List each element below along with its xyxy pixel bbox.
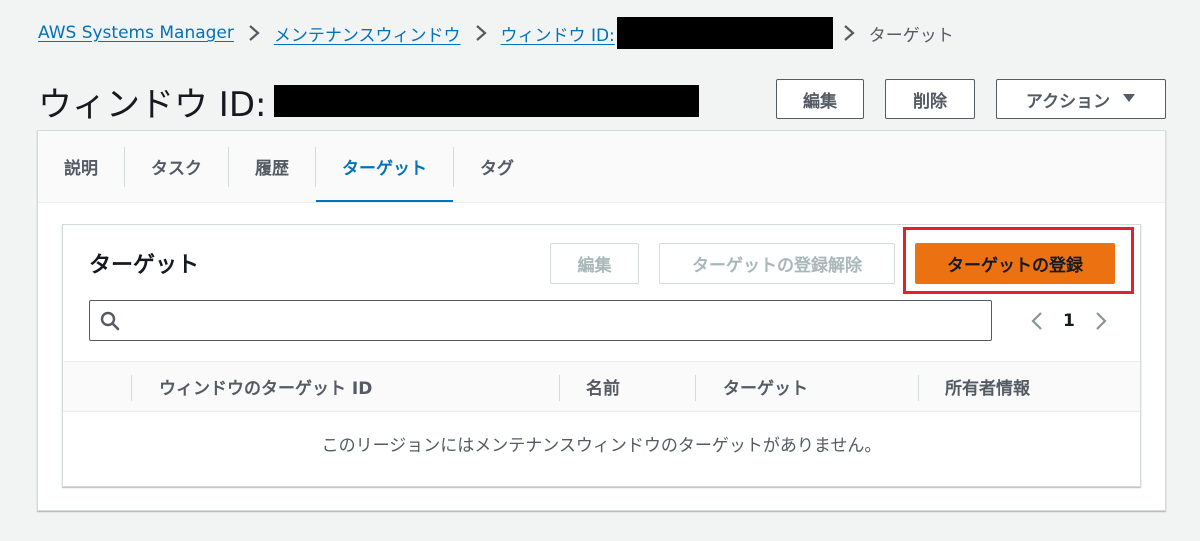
breadcrumb-link-maintenance-windows[interactable]: メンテナンスウィンドウ (274, 21, 461, 46)
search-icon (100, 311, 120, 331)
column-header-target-id[interactable]: ウィンドウのターゲット ID (159, 362, 372, 411)
pagination: 1 (1023, 303, 1115, 339)
table-header: ウィンドウのターゲット ID 名前 ターゲット 所有者情報 (63, 361, 1140, 412)
page-title: ウィンドウ ID: (38, 78, 700, 125)
empty-table-message: このリージョンにはメンテナンスウィンドウのターゲットがありません。 (321, 435, 882, 456)
tab-tags[interactable]: タグ (454, 131, 540, 202)
edit-button[interactable]: 編集 (776, 79, 864, 119)
tab-targets[interactable]: ターゲット (316, 131, 453, 202)
actions-label: アクション (1025, 91, 1111, 112)
column-divider (918, 375, 919, 401)
tab-tasks[interactable]: タスク (125, 131, 228, 202)
actions-dropdown-button[interactable]: アクション (996, 79, 1166, 119)
column-header-targets[interactable]: ターゲット (723, 362, 808, 411)
register-targets-button[interactable]: ターゲットの登録 (915, 243, 1115, 284)
chevron-right-icon (248, 24, 260, 42)
targets-panel: ターゲット 編集 ターゲットの登録解除 ターゲットの登録 1 ウィンドウのターゲ… (62, 224, 1141, 487)
caret-down-icon (1122, 91, 1136, 107)
chevron-right-icon (843, 24, 855, 42)
breadcrumb-current: ターゲット (868, 25, 954, 46)
column-divider (131, 375, 132, 401)
tab-description[interactable]: 説明 (38, 131, 124, 202)
redacted-title-id (274, 85, 700, 117)
page-title-text: ウィンドウ ID: (38, 84, 267, 125)
column-header-name[interactable]: 名前 (586, 362, 620, 411)
delete-button[interactable]: 削除 (885, 79, 975, 119)
deregister-targets-button[interactable]: ターゲットの登録解除 (659, 243, 895, 284)
column-header-owner-info[interactable]: 所有者情報 (945, 362, 1030, 411)
next-page-icon[interactable] (1087, 311, 1115, 331)
breadcrumb-link-systems-manager[interactable]: AWS Systems Manager (38, 23, 234, 43)
tab-history[interactable]: 履歴 (229, 131, 315, 202)
current-page-number[interactable]: 1 (1051, 311, 1087, 331)
edit-target-button[interactable]: 編集 (550, 243, 639, 284)
previous-page-icon[interactable] (1023, 311, 1051, 331)
breadcrumb-link-window-id[interactable]: ウィンドウ ID: (501, 21, 615, 46)
column-divider (559, 375, 560, 401)
targets-panel-title: ターゲット (89, 253, 200, 278)
tab-bar: 説明 タスク 履歴 ターゲット タグ (38, 131, 1165, 203)
search-field[interactable] (89, 300, 992, 341)
redacted-window-id (616, 17, 833, 49)
search-input[interactable] (120, 301, 991, 340)
column-divider (695, 375, 696, 401)
chevron-right-icon (475, 24, 487, 42)
breadcrumb: AWS Systems Manager メンテナンスウィンドウ ウィンドウ ID… (38, 17, 954, 49)
